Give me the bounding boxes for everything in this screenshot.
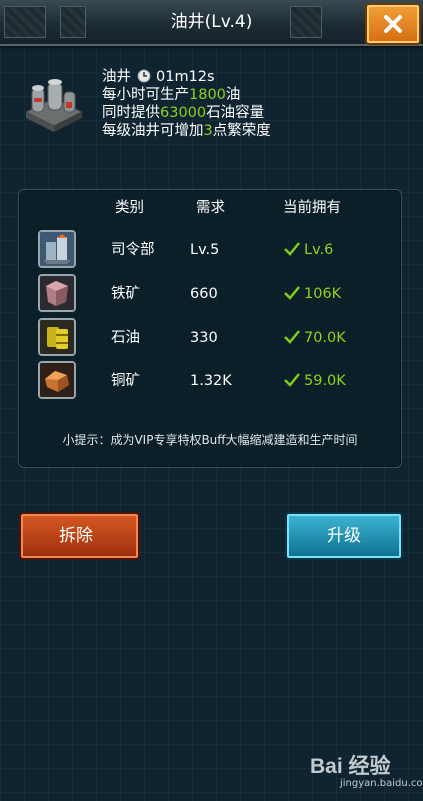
capacity-unit: 石油容量 [206, 105, 265, 121]
column-header-category: 类别 [115, 200, 144, 216]
capacity-label: 同时提供 [102, 105, 160, 121]
owned-amount: Lv.6 [284, 241, 333, 259]
tip-text: 小提示：成为VIP专享特权Buff大幅缩减建造和生产时间 [62, 433, 358, 447]
requirement-amount: Lv.5 [190, 242, 220, 258]
production-value: 1800 [189, 87, 226, 103]
prosperity-line: 每级油井可增加3点繁荣度 [102, 122, 271, 140]
prosperity-label: 每级油井可增加 [102, 123, 204, 139]
owned-value: 59.0K [304, 373, 346, 389]
owned-value: 70.0K [304, 330, 346, 346]
watermark-url: jingyan.baidu.com [340, 778, 423, 789]
requirement-amount: 660 [190, 286, 218, 302]
demolish-button[interactable]: 拆除 [19, 512, 140, 560]
title-bar: 油井(Lv.4) [0, 0, 423, 46]
close-icon [384, 15, 402, 33]
clock-icon [137, 69, 151, 83]
watermark: Bai 经验 jingyan.baidu.com [300, 746, 423, 798]
column-header-required: 需求 [196, 200, 225, 216]
page-title: 油井(Lv.4) [170, 12, 253, 32]
prosperity-value: 3 [203, 123, 213, 139]
requirement-row: 石油 330 70.0K [0, 318, 423, 358]
command-center-icon [38, 230, 76, 268]
requirement-name: 铜矿 [111, 373, 140, 389]
building-info: 油井 01m12s 每小时可生产1800油 同时提供63000石油容量 每级油井… [102, 68, 271, 140]
requirement-row: 司令部 Lv.5 Lv.6 [0, 230, 423, 270]
oil-barrel-icon [38, 318, 76, 356]
capacity-line: 同时提供63000石油容量 [102, 104, 271, 122]
checkmark-icon [284, 242, 300, 256]
upgrade-button[interactable]: 升级 [285, 512, 403, 560]
oil-well-icon [24, 79, 84, 132]
checkmark-icon [284, 286, 300, 300]
production-label: 每小时可生产 [102, 87, 189, 103]
build-timer: 01m12s [156, 69, 215, 85]
production-line: 每小时可生产1800油 [102, 86, 271, 104]
owned-value: Lv.6 [304, 242, 334, 258]
requirement-amount: 330 [190, 330, 218, 346]
iron-ore-icon [38, 274, 76, 312]
requirement-name: 司令部 [111, 242, 155, 258]
requirement-amount: 1.32K [190, 373, 232, 389]
requirement-name: 铁矿 [111, 286, 140, 302]
production-unit: 油 [225, 87, 241, 103]
close-button[interactable] [365, 3, 421, 45]
column-header-owned: 当前拥有 [283, 200, 341, 216]
owned-amount: 106K [284, 285, 341, 303]
owned-value: 106K [304, 286, 342, 302]
watermark-brand: Bai 经验 [310, 755, 391, 778]
requirement-row: 铜矿 1.32K 59.0K [0, 361, 423, 401]
checkmark-icon [284, 330, 300, 344]
requirement-row: 铁矿 660 106K [0, 274, 423, 314]
building-name: 油井 [102, 69, 131, 85]
capacity-value: 63000 [160, 105, 207, 121]
owned-amount: 59.0K [284, 372, 346, 390]
prosperity-unit: 点繁荣度 [212, 123, 271, 139]
building-name-row: 油井 01m12s [102, 68, 271, 86]
requirement-name: 石油 [111, 330, 140, 346]
copper-ore-icon [38, 361, 76, 399]
checkmark-icon [284, 373, 300, 387]
owned-amount: 70.0K [284, 329, 346, 347]
